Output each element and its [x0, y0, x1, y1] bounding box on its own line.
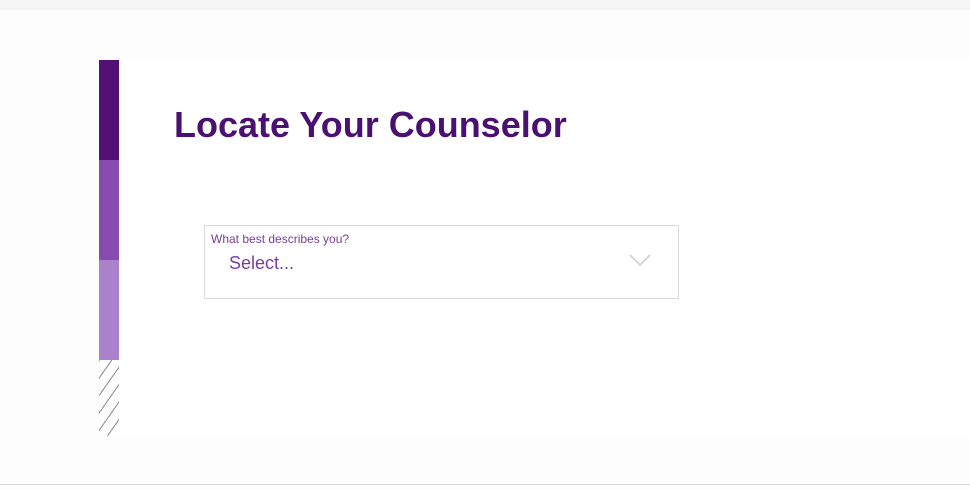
accent-bar [99, 60, 119, 436]
accent-segment-dark [99, 60, 119, 160]
describes-you-select[interactable]: What best describes you? Select... [204, 225, 679, 299]
bottom-divider [0, 484, 970, 485]
select-value: Select... [229, 253, 295, 273]
select-label: What best describes you? [211, 232, 350, 246]
accent-segment-light [99, 260, 119, 360]
top-strip [0, 0, 970, 10]
accent-segment-hatched [99, 360, 119, 436]
page-title: Locate Your Counselor [174, 104, 567, 145]
accent-segment-mid [99, 160, 119, 260]
chevron-down-icon[interactable] [628, 252, 652, 268]
